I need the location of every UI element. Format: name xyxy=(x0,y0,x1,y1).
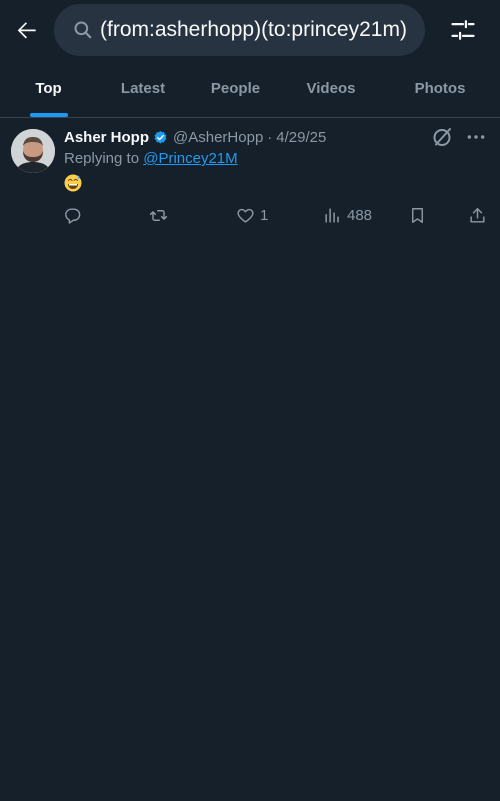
like-count: 1 xyxy=(260,206,269,224)
tab-videos-label: Videos xyxy=(306,80,356,97)
tweet-actions: 1 488 xyxy=(0,202,500,228)
filter-sliders-icon xyxy=(451,20,475,40)
tab-photos[interactable]: Photos xyxy=(380,60,500,117)
tweet-date[interactable]: 4/29/25 xyxy=(276,129,326,146)
like-button[interactable]: 1 xyxy=(236,202,268,228)
tab-photos-label: Photos xyxy=(414,80,466,97)
search-box[interactable] xyxy=(54,4,425,56)
top-bar xyxy=(0,0,500,60)
retweet-button[interactable] xyxy=(149,202,173,228)
verified-badge-icon xyxy=(153,130,168,145)
search-icon xyxy=(72,19,94,41)
tab-latest-label: Latest xyxy=(120,80,166,97)
author-handle[interactable]: @AsherHopp xyxy=(173,129,263,146)
view-count: 488 xyxy=(347,206,373,224)
views-button[interactable]: 488 xyxy=(323,202,372,228)
search-input[interactable] xyxy=(100,18,425,42)
avatar[interactable] xyxy=(11,129,55,173)
search-tabs: Top Latest People Videos Photos xyxy=(0,60,500,118)
replying-to-prefix: Replying to xyxy=(64,150,140,167)
tweet-text: 😅 xyxy=(64,174,82,197)
separator-dot: · xyxy=(267,128,273,146)
tab-people[interactable]: People xyxy=(189,60,282,117)
retweet-icon xyxy=(149,209,168,221)
grinning-sweat-emoji-icon: 😅 xyxy=(64,174,82,192)
back-button[interactable] xyxy=(10,13,44,47)
bookmark-button[interactable] xyxy=(408,202,427,228)
views-icon xyxy=(325,207,339,223)
grok-icon xyxy=(433,128,451,146)
tab-latest[interactable]: Latest xyxy=(97,60,189,117)
active-tab-indicator xyxy=(29,113,68,117)
search-filters-button[interactable] xyxy=(445,12,481,48)
tweet-header: Asher Hopp @AsherHopp · 4/29/25 xyxy=(64,126,326,148)
tab-top-label: Top xyxy=(35,80,62,97)
like-icon xyxy=(237,208,254,223)
reply-icon xyxy=(65,207,81,224)
more-button[interactable] xyxy=(464,125,488,149)
replying-to-link[interactable]: @Princey21M xyxy=(143,150,237,167)
replying-to-line: Replying to @Princey21M xyxy=(64,150,238,167)
more-icon xyxy=(467,135,485,139)
grok-button[interactable] xyxy=(430,125,454,149)
bookmark-icon xyxy=(412,207,423,223)
tab-videos[interactable]: Videos xyxy=(282,60,380,117)
reply-button[interactable] xyxy=(63,202,87,228)
back-arrow-icon xyxy=(17,22,36,39)
tab-people-label: People xyxy=(210,80,261,97)
tab-top[interactable]: Top xyxy=(0,60,97,117)
author-name[interactable]: Asher Hopp xyxy=(64,129,149,146)
share-icon xyxy=(470,207,485,223)
share-button[interactable] xyxy=(468,202,487,228)
